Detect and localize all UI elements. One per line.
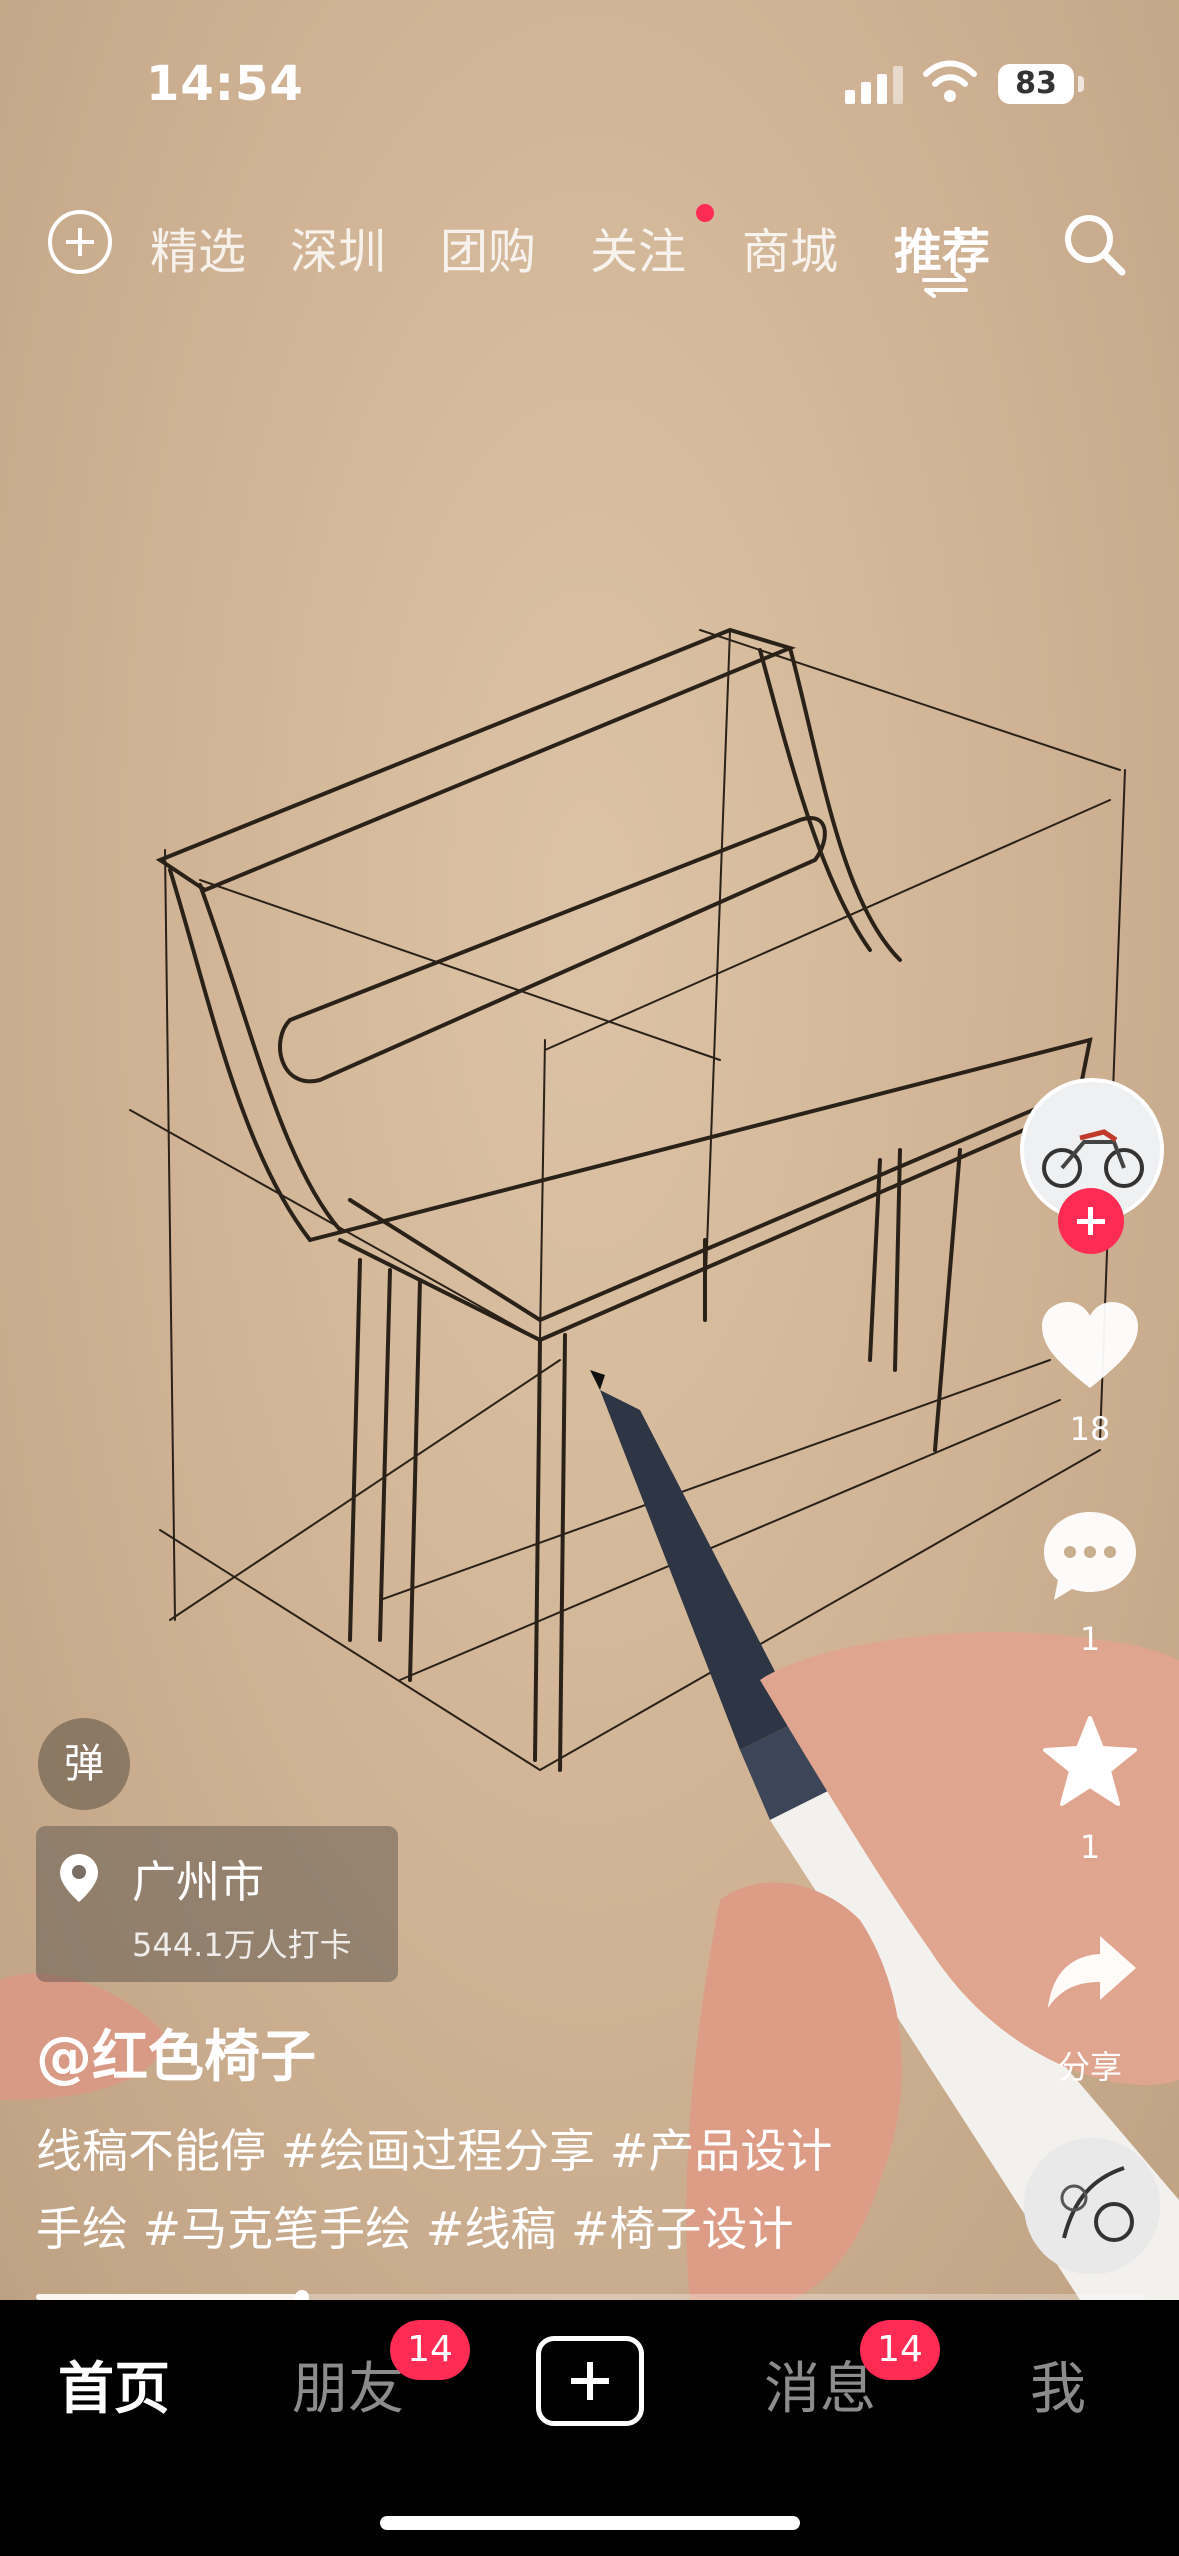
- music-disc-icon: [1024, 2138, 1160, 2274]
- share-label: 分享: [1057, 2048, 1122, 2086]
- wifi-icon: [923, 60, 977, 102]
- comment-bubble-icon[interactable]: [1040, 1508, 1140, 1604]
- location-pin-icon: [60, 1854, 98, 1902]
- create-button[interactable]: [536, 2336, 644, 2426]
- status-bar: 14:54 83: [0, 0, 1179, 170]
- location-checkins: 544.1万人打卡: [132, 1926, 352, 1964]
- following-notification-dot: [696, 204, 714, 222]
- share-arrow-icon[interactable]: [1046, 1932, 1138, 2012]
- favorite-star-icon[interactable]: [1042, 1716, 1138, 1808]
- comment-count: 1: [1079, 1620, 1101, 1658]
- friends-badge: 14: [390, 2320, 470, 2380]
- favorite-count: 1: [1079, 1828, 1101, 1866]
- like-heart-icon[interactable]: [1040, 1300, 1140, 1392]
- tab-group-buy[interactable]: 团购: [440, 212, 536, 282]
- home-indicator: [380, 2516, 800, 2530]
- like-count: 18: [1069, 1410, 1111, 1448]
- tab-following[interactable]: 关注: [590, 212, 686, 282]
- caption-line: 手绘 #马克笔手绘 #线稿 #椅子设计: [36, 2202, 794, 2256]
- add-circle-button[interactable]: [48, 210, 112, 274]
- tab-mall[interactable]: 商城: [742, 212, 838, 282]
- follow-button[interactable]: [1058, 1188, 1124, 1254]
- battery-cap: [1078, 76, 1084, 92]
- cellular-signal-icon: [845, 66, 903, 104]
- caption-line: 线稿不能停 #绘画过程分享 #产品设计: [36, 2124, 833, 2178]
- danmu-toggle-button[interactable]: 弹: [38, 1718, 130, 1810]
- nav-home[interactable]: 首页: [58, 2344, 170, 2425]
- nav-messages[interactable]: 消息: [764, 2344, 876, 2425]
- search-icon[interactable]: [1062, 212, 1128, 278]
- location-city: 广州市: [132, 1857, 264, 1908]
- status-time: 14:54: [146, 56, 304, 112]
- messages-badge: 14: [860, 2320, 940, 2380]
- music-disc-avatar[interactable]: [1024, 2138, 1160, 2274]
- nav-me[interactable]: 我: [1030, 2344, 1086, 2425]
- tab-shenzhen[interactable]: 深圳: [290, 212, 386, 282]
- nav-friends[interactable]: 朋友: [292, 2344, 404, 2425]
- tab-featured[interactable]: 精选: [150, 212, 246, 282]
- author-name[interactable]: @红色椅子: [36, 2012, 316, 2093]
- battery-indicator: 83: [998, 64, 1074, 104]
- switch-arrows-icon: [922, 272, 968, 298]
- video-caption[interactable]: 线稿不能停 #绘画过程分享 #产品设计 手绘 #马克笔手绘 #线稿 #椅子设计: [36, 2112, 916, 2268]
